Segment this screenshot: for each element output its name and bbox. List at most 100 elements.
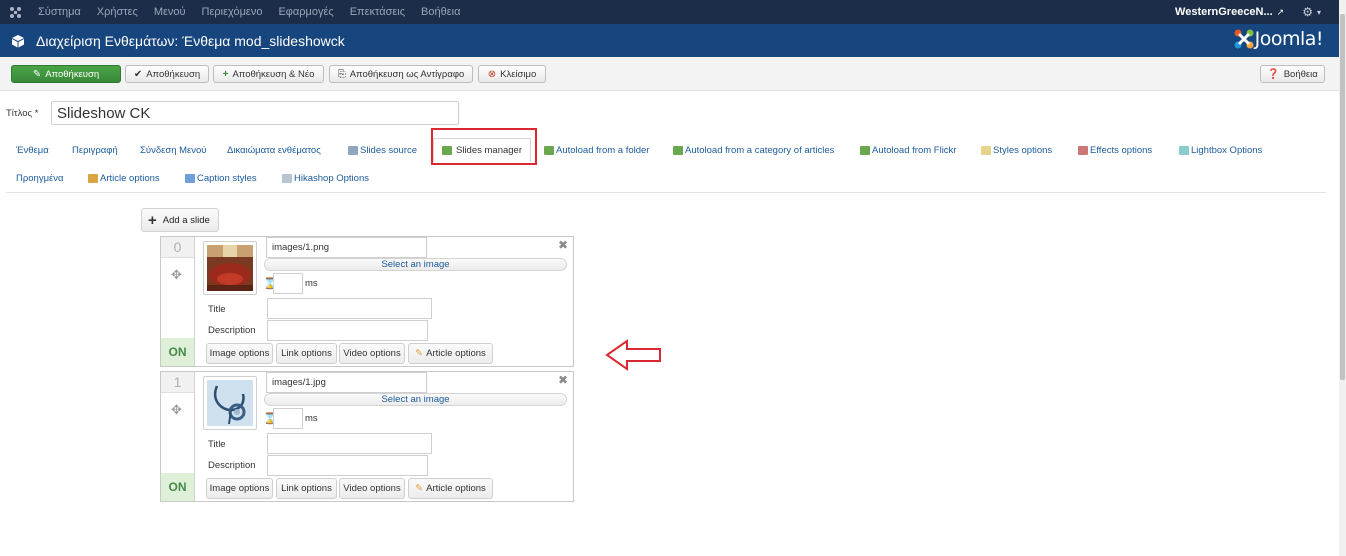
autoload-flickr-icon	[860, 145, 870, 155]
menu-users[interactable]: Χρήστες	[89, 0, 146, 24]
tab-article-options[interactable]: Article options	[88, 171, 160, 185]
save-copy-button[interactable]: ⎘ Αποθήκευση ως Αντίγραφο	[329, 65, 473, 83]
pencil-icon: ✎	[415, 483, 424, 494]
joomla-brand-logo: Joomla!	[1233, 28, 1324, 50]
slide-state-toggle[interactable]: ON	[161, 338, 194, 366]
tab-slides-manager[interactable]: Slides manager	[433, 138, 532, 162]
move-handle-icon[interactable]: ✥	[171, 267, 182, 283]
page-title: Διαχείριση Ενθεμάτων: Ένθεμα mod_slidesh…	[36, 32, 345, 49]
menu-content[interactable]: Περιεχόμενο	[194, 0, 271, 24]
plus-icon: +	[148, 211, 157, 229]
tab-description[interactable]: Περιγραφή	[72, 143, 118, 157]
tab-autoload-category[interactable]: Autoload from a category of articles	[673, 143, 834, 157]
slide-card-1: 1 ✥ ON images/1.jpg Select an image ⌛ ms…	[160, 371, 574, 502]
hikashop-icon	[282, 173, 292, 183]
menu-menus[interactable]: Μενού	[146, 0, 194, 24]
joomla-brand-text: Joomla!	[1254, 28, 1324, 50]
page-scrollbar[interactable]	[1339, 0, 1346, 556]
image-options-button[interactable]: Image options	[206, 478, 273, 499]
title-label: Title	[208, 304, 226, 315]
pencil-icon: ✎	[415, 348, 424, 359]
slide-thumbnail	[203, 376, 257, 430]
gear-icon[interactable]: ⚙	[1302, 5, 1317, 19]
stethoscope-image	[207, 380, 253, 426]
image-path-input[interactable]: images/1.jpg	[266, 372, 427, 393]
slide-title-input[interactable]	[267, 433, 432, 454]
site-name-link[interactable]: WesternGreeceN...	[1175, 6, 1277, 18]
menu-extensions[interactable]: Επεκτάσεις	[342, 0, 413, 24]
joomla-icon[interactable]	[0, 6, 30, 19]
tab-autoload-flickr[interactable]: Autoload from Flickr	[860, 143, 956, 157]
delete-slide-icon[interactable]: ✖	[558, 238, 568, 252]
question-icon: ❓	[1267, 68, 1280, 80]
save-button[interactable]: ✔ Αποθήκευση	[125, 65, 209, 83]
slide-side-panel: 1 ✥ ON	[161, 372, 195, 501]
tab-menu-assignment[interactable]: Σύνδεση Μενού	[140, 143, 207, 157]
slide-description-input[interactable]	[267, 455, 428, 476]
scrollbar-thumb[interactable]	[1340, 14, 1345, 380]
tab-hikashop-options[interactable]: Hikashop Options	[282, 171, 369, 185]
slide-index: 1	[161, 372, 194, 393]
parliament-hall-image	[207, 245, 253, 291]
link-options-button[interactable]: Link options	[276, 478, 337, 499]
check-icon: ✔	[133, 68, 143, 80]
tab-module[interactable]: Ένθεμα	[16, 143, 49, 157]
page-header: Διαχείριση Ενθεμάτων: Ένθεμα mod_slidesh…	[0, 24, 1339, 57]
tab-permissions[interactable]: Δικαιώματα ενθέματος	[227, 143, 321, 157]
article-options-button[interactable]: ✎ Article options	[408, 343, 493, 364]
help-button[interactable]: ❓ Βοήθεια	[1260, 65, 1325, 83]
tab-autoload-folder[interactable]: Autoload from a folder	[544, 143, 649, 157]
link-options-button[interactable]: Link options	[276, 343, 337, 364]
external-link-icon[interactable]: ↗	[1277, 7, 1303, 18]
plus-icon: +	[222, 68, 229, 80]
ms-label: ms	[305, 413, 318, 424]
add-slide-button[interactable]: + Add a slide	[141, 208, 219, 232]
tabs-divider	[6, 192, 1326, 193]
title-input[interactable]	[51, 101, 459, 125]
select-image-button[interactable]: Select an image	[264, 258, 567, 271]
menu-components[interactable]: Εφαρμογές	[270, 0, 341, 24]
description-label: Description	[208, 325, 256, 336]
video-options-button[interactable]: Video options	[339, 478, 405, 499]
video-options-button[interactable]: Video options	[339, 343, 405, 364]
slide-state-toggle[interactable]: ON	[161, 473, 194, 501]
autoload-category-icon	[673, 145, 683, 155]
edit-icon: ✎	[32, 68, 42, 80]
caption-icon	[185, 173, 195, 183]
close-icon: ⊗	[487, 68, 497, 80]
image-path-input[interactable]: images/1.png	[266, 237, 427, 258]
menu-help[interactable]: Βοήθεια	[413, 0, 468, 24]
pencil-icon	[88, 173, 98, 183]
article-options-button[interactable]: ✎ Article options	[408, 478, 493, 499]
slide-index: 0	[161, 237, 194, 258]
slide-side-panel: 0 ✥ ON	[161, 237, 195, 366]
joomla-logo-icon	[1234, 29, 1254, 49]
slide-title-input[interactable]	[267, 298, 432, 319]
tab-effects-options[interactable]: Effects options	[1078, 143, 1152, 157]
title-label: Title	[208, 439, 226, 450]
tab-lightbox-options[interactable]: Lightbox Options	[1179, 143, 1262, 157]
tab-slides-source[interactable]: Slides source	[348, 143, 417, 157]
description-label: Description	[208, 460, 256, 471]
slide-description-input[interactable]	[267, 320, 428, 341]
delete-slide-icon[interactable]: ✖	[558, 373, 568, 387]
close-button[interactable]: ⊗ Κλείσιμο	[478, 65, 546, 83]
cube-icon	[0, 34, 36, 48]
admin-top-menu: Σύστημα Χρήστες Μενού Περιεχόμενο Εφαρμο…	[0, 0, 1339, 24]
toolbar: ✎ Αποθήκευση ✔ Αποθήκευση + Αποθήκευση &…	[0, 57, 1339, 91]
effects-icon	[1078, 145, 1088, 155]
lightbox-icon	[1179, 145, 1189, 155]
slide-card-0: 0 ✥ ON images/1.png Select an image ⌛ ms…	[160, 236, 574, 367]
save-new-button[interactable]: + Αποθήκευση & Νέο	[213, 65, 324, 83]
duration-input[interactable]	[273, 273, 303, 294]
chevron-down-icon[interactable]: ▾	[1317, 8, 1339, 17]
select-image-button[interactable]: Select an image	[264, 393, 567, 406]
tab-advanced[interactable]: Προηγμένα	[16, 171, 64, 185]
menu-system[interactable]: Σύστημα	[30, 0, 89, 24]
move-handle-icon[interactable]: ✥	[171, 402, 182, 418]
image-options-button[interactable]: Image options	[206, 343, 273, 364]
save-primary-button[interactable]: ✎ Αποθήκευση	[11, 65, 121, 83]
tab-styles-options[interactable]: Styles options	[981, 143, 1052, 157]
tab-caption-styles[interactable]: Caption styles	[185, 171, 257, 185]
duration-input[interactable]	[273, 408, 303, 429]
